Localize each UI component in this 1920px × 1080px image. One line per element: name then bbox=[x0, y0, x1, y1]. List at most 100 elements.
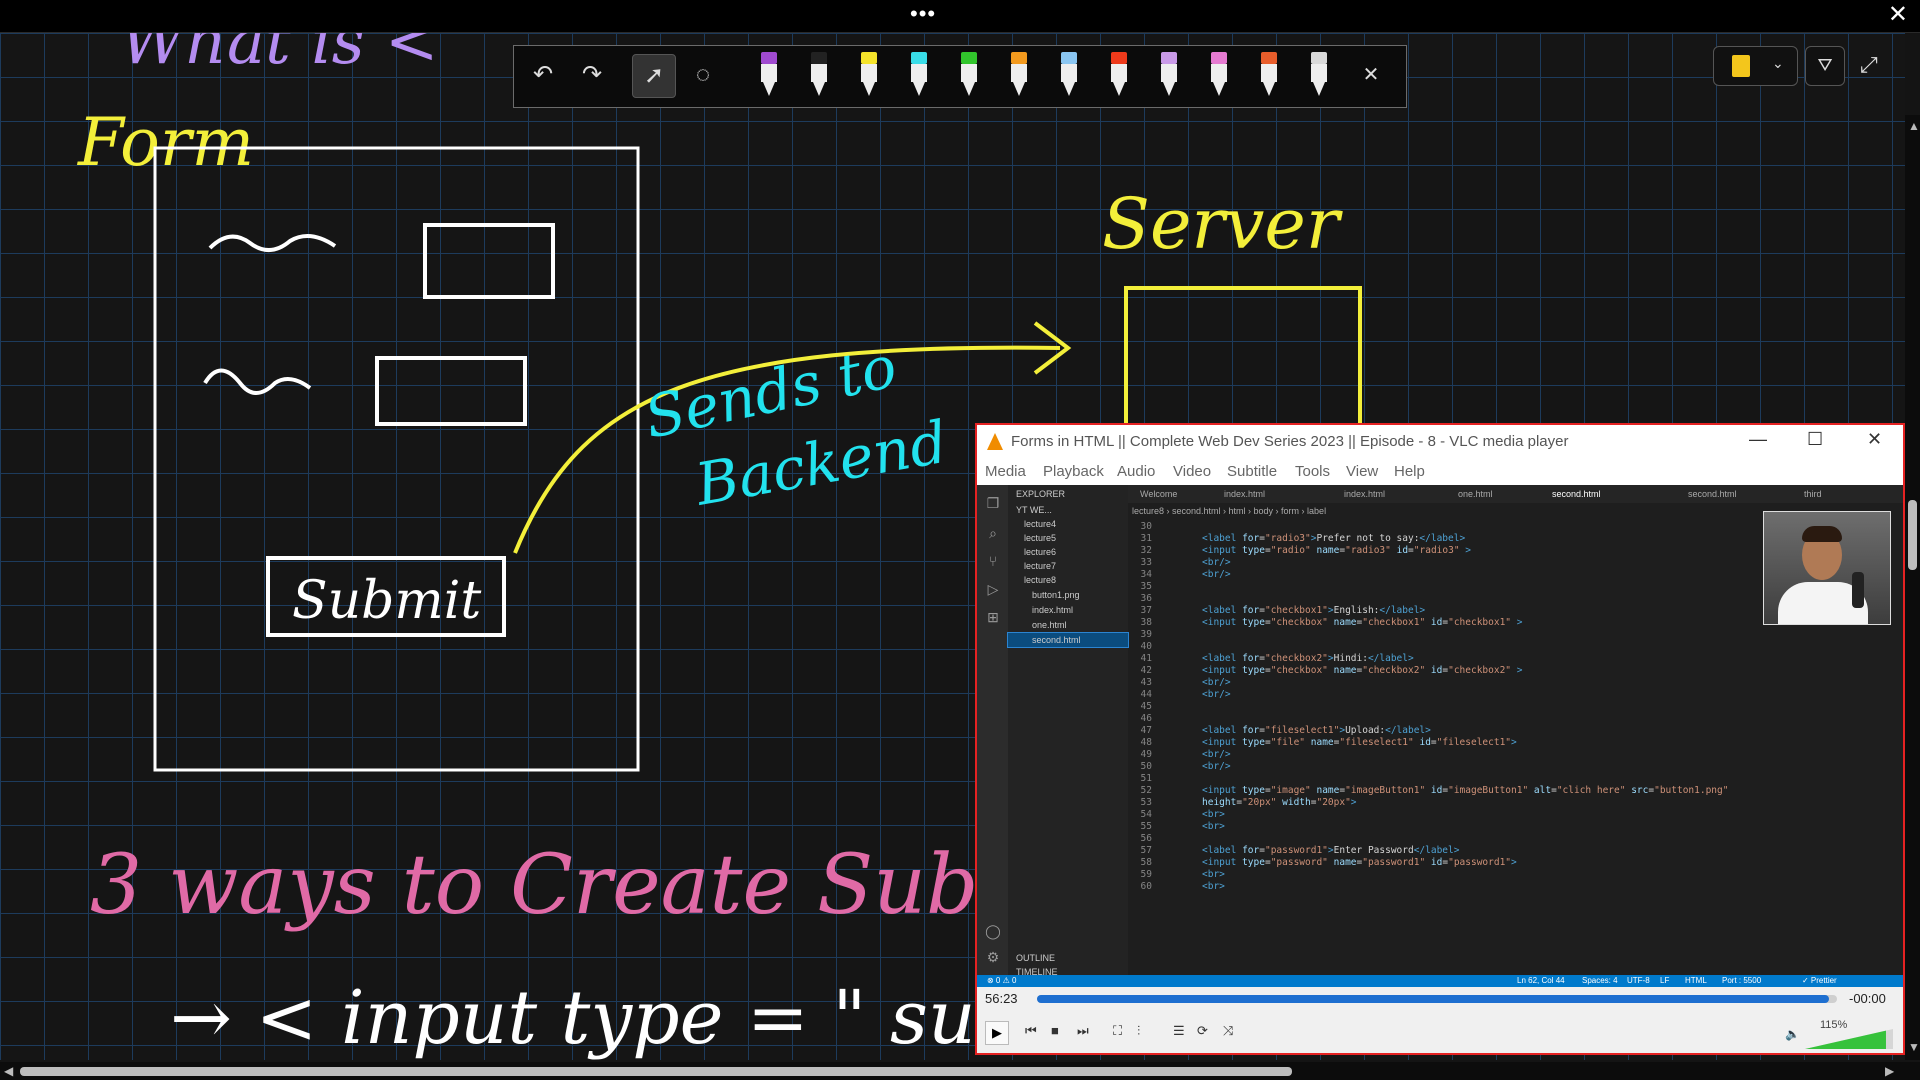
fullscreen-icon[interactable]: ⛶ bbox=[1113, 1023, 1122, 1039]
vlc-window[interactable]: Forms in HTML || Complete Web Dev Series… bbox=[975, 423, 1905, 1055]
menu-playback[interactable]: Playback bbox=[1043, 463, 1104, 480]
input-box-1 bbox=[423, 223, 555, 299]
close-window-icon[interactable]: ✕ bbox=[1867, 429, 1882, 450]
line-number: 57 bbox=[1140, 845, 1152, 856]
vertical-scrollbar[interactable]: ▲ ▼ bbox=[1905, 115, 1920, 1060]
close-app-icon[interactable]: ✕ bbox=[1888, 2, 1908, 28]
playlist-icon[interactable]: ☰ bbox=[1173, 1023, 1185, 1039]
vscode-status-bar: ⊗ 0 ⚠ 0 Ln 62, Col 44 Spaces: 4 UTF-8 LF… bbox=[977, 975, 1903, 987]
volume-slider[interactable] bbox=[1805, 1029, 1893, 1049]
code-line-47: <label for="fileselect1">Upload:</label> bbox=[1202, 725, 1431, 736]
menu-audio[interactable]: Audio bbox=[1117, 463, 1155, 480]
folder-lecture5: lecture5 bbox=[1024, 533, 1057, 543]
editor-tabs: Welcome index.html index.html one.html s… bbox=[1128, 485, 1903, 503]
scroll-down-icon[interactable]: ▼ bbox=[1908, 1040, 1920, 1054]
code-line-38: <input type="checkbox" name="checkbox1" … bbox=[1202, 617, 1523, 628]
code-line-60: <br> bbox=[1202, 881, 1225, 892]
vertical-scroll-thumb[interactable] bbox=[1908, 500, 1917, 570]
menu-view[interactable]: View bbox=[1346, 463, 1378, 480]
extensions-icon: ⊞ bbox=[987, 609, 999, 625]
undo-icon[interactable]: ↶ bbox=[522, 54, 564, 96]
status-language: HTML bbox=[1685, 976, 1707, 985]
line-number: 55 bbox=[1140, 821, 1152, 832]
next-icon[interactable]: ⏭ bbox=[1077, 1023, 1089, 1039]
line-number: 60 bbox=[1140, 881, 1152, 892]
chevron-down-icon: ⌄ bbox=[1772, 55, 1784, 71]
scroll-left-icon[interactable]: ◀ bbox=[4, 1064, 13, 1078]
pink-pen[interactable] bbox=[1208, 52, 1230, 102]
play-icon[interactable]: ▶ bbox=[985, 1021, 1009, 1045]
line-number: 34 bbox=[1140, 569, 1152, 580]
red-pen[interactable] bbox=[1108, 52, 1130, 102]
line-number: 48 bbox=[1140, 737, 1152, 748]
lightblue-pen[interactable] bbox=[1058, 52, 1080, 102]
account-icon: ◯ bbox=[985, 923, 1001, 939]
multicolor-pen[interactable] bbox=[1258, 52, 1280, 102]
yellow-pen[interactable] bbox=[858, 52, 880, 102]
vlc-cone-icon bbox=[987, 433, 1003, 450]
menu-help[interactable]: Help bbox=[1394, 463, 1425, 480]
horizontal-scrollbar[interactable]: ◀ ▶ bbox=[0, 1062, 1920, 1080]
code-line-44: <br/> bbox=[1202, 689, 1231, 700]
seek-progress bbox=[1037, 995, 1829, 1003]
cyan-pen[interactable] bbox=[908, 52, 930, 102]
pen-mode-icon[interactable]: ⛛ bbox=[1805, 46, 1845, 86]
outline-section: OUTLINE bbox=[1016, 953, 1056, 963]
black-pen[interactable] bbox=[808, 52, 830, 102]
code-line-31: <label for="radio3">Prefer not to say:</… bbox=[1202, 533, 1466, 544]
heading-partial-text: What is < bbox=[120, 33, 439, 79]
input-type-line-text: → < input type = " sub bbox=[170, 975, 1023, 1060]
field-label-squiggle-2 bbox=[203, 368, 312, 395]
vscode-explorer: EXPLORER YT WE... lecture4 lecture5 lect… bbox=[1007, 485, 1129, 987]
line-number: 41 bbox=[1140, 653, 1152, 664]
speaker-icon[interactable]: 🔈 bbox=[1785, 1027, 1800, 1041]
menu-media[interactable]: Media bbox=[985, 463, 1026, 480]
horizontal-scroll-thumb[interactable] bbox=[20, 1067, 1292, 1076]
code-line-48: <input type="file" name="fileselect1" id… bbox=[1202, 737, 1517, 748]
notebook-dropdown[interactable]: ⌄ bbox=[1713, 46, 1798, 86]
shuffle-icon[interactable]: ⤨ bbox=[1223, 1023, 1233, 1039]
status-eol: LF bbox=[1660, 976, 1670, 985]
stop-icon[interactable]: ■ bbox=[1051, 1023, 1059, 1038]
folder-lecture4: lecture4 bbox=[1024, 519, 1057, 529]
lasso-icon[interactable]: ◌ bbox=[682, 54, 724, 96]
redo-icon[interactable]: ↷ bbox=[571, 54, 613, 96]
expand-icon[interactable]: ⤢ bbox=[1860, 52, 1878, 78]
line-number: 42 bbox=[1140, 665, 1152, 676]
status-spaces: Spaces: 4 bbox=[1582, 976, 1618, 985]
maximize-icon[interactable]: ☐ bbox=[1807, 429, 1823, 450]
menu-video[interactable]: Video bbox=[1173, 463, 1211, 480]
folder-lecture8: lecture8 bbox=[1024, 575, 1057, 585]
tab-index-lecture7: index.html bbox=[1224, 489, 1266, 499]
tab-third: third bbox=[1804, 489, 1822, 499]
code-line-37: <label for="checkbox1">English:</label> bbox=[1202, 605, 1426, 616]
green-pen[interactable] bbox=[958, 52, 980, 102]
folder-lecture7: lecture7 bbox=[1024, 561, 1057, 571]
eraser-pen[interactable] bbox=[1308, 52, 1330, 102]
scroll-up-icon[interactable]: ▲ bbox=[1908, 119, 1920, 133]
orange-pen[interactable] bbox=[1008, 52, 1030, 102]
vscode-activity-bar: ❐ ⌕ ⑂ ▷ ⊞ ◯ ⚙ bbox=[977, 485, 1008, 987]
purple-pen[interactable] bbox=[758, 52, 780, 102]
loop-icon[interactable]: ⟳ bbox=[1197, 1023, 1208, 1039]
extended-settings-icon[interactable]: ⫶ bbox=[1137, 1023, 1140, 1039]
scroll-right-icon[interactable]: ▶ bbox=[1885, 1064, 1894, 1078]
tab-index-lecture8: index.html bbox=[1344, 489, 1386, 499]
menu-subtitle[interactable]: Subtitle bbox=[1227, 463, 1277, 480]
line-number: 31 bbox=[1140, 533, 1152, 544]
vlc-video-area[interactable]: ❐ ⌕ ⑂ ▷ ⊞ ◯ ⚙ EXPLORER YT WE... lecture4… bbox=[977, 485, 1903, 987]
line-number: 37 bbox=[1140, 605, 1152, 616]
line-number: 44 bbox=[1140, 689, 1152, 700]
previous-icon[interactable]: ⏮ bbox=[1025, 1023, 1037, 1039]
select-arrow-icon[interactable]: ➚ bbox=[632, 54, 676, 98]
line-number: 39 bbox=[1140, 629, 1152, 640]
seek-bar[interactable] bbox=[1037, 995, 1837, 1003]
minimize-icon[interactable]: — bbox=[1749, 429, 1767, 450]
menu-tools[interactable]: Tools bbox=[1295, 463, 1330, 480]
more-options-icon[interactable]: ••• bbox=[910, 3, 936, 25]
server-label-text: Server bbox=[1102, 183, 1343, 265]
vlc-titlebar[interactable]: Forms in HTML || Complete Web Dev Series… bbox=[977, 425, 1903, 459]
line-number: 59 bbox=[1140, 869, 1152, 880]
toolbar-close-icon[interactable]: ✕ bbox=[1350, 54, 1392, 96]
lavender-pen[interactable] bbox=[1158, 52, 1180, 102]
